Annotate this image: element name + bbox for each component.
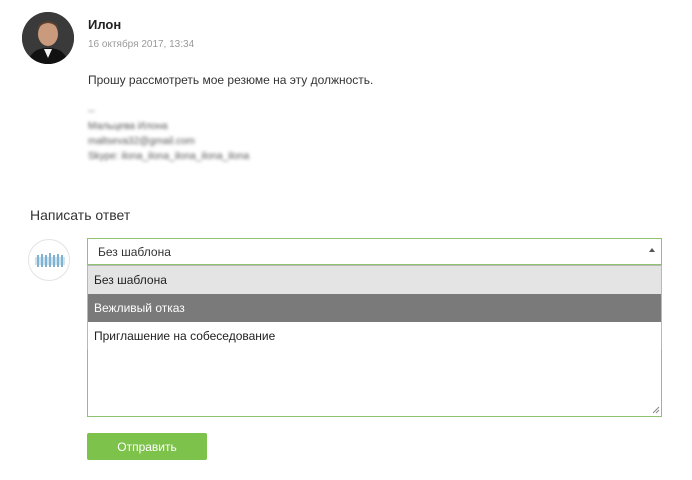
template-select-value: Без шаблона [98,245,171,259]
message-timestamp: 16 октября 2017, 13:34 [88,39,195,50]
reply-title: Написать ответ [30,207,131,223]
user-avatar-icon [35,253,65,267]
signature-skype: Skype: ilona_ilona_ilona_ilona_ilona [88,151,250,162]
message-text: Прошу рассмотреть мое резюме на эту долж… [88,73,374,87]
template-option-polite-refusal[interactable]: Вежливый отказ [88,294,661,322]
resize-grip-icon[interactable] [652,406,660,414]
signature-name: Мальцева Илона [88,121,168,132]
signature-separator: -- [88,106,95,117]
signature-email: maltseva32@gmail.com [88,136,195,147]
signature-block: -- Мальцева Илона maltseva32@gmail.com S… [88,104,249,164]
send-button[interactable]: Отправить [87,433,207,460]
template-select[interactable]: Без шаблона [87,238,662,265]
template-option-none[interactable]: Без шаблона [88,266,661,294]
template-option-interview-invite[interactable]: Приглашение на собеседование [88,322,661,350]
reply-textarea[interactable] [87,350,662,417]
template-dropdown: Без шаблона Вежливый отказ Приглашение н… [87,265,662,351]
author-name: Илон [88,17,122,32]
caret-up-icon [649,248,655,252]
author-avatar [22,12,74,64]
author-photo-icon [22,12,74,64]
user-avatar [28,239,70,281]
